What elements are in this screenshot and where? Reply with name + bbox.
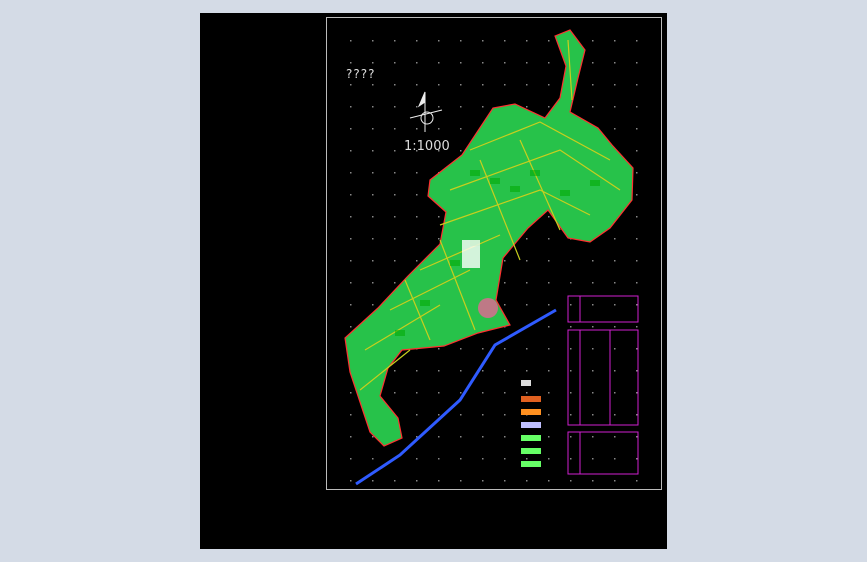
drawing-canvas [344,29,639,486]
site-area [344,29,634,447]
site-plan [344,29,634,447]
north-arrow-icon [409,91,443,132]
park-feature [478,298,498,318]
legend [521,380,541,467]
statistics-tables [567,295,639,475]
central-building [462,240,480,268]
